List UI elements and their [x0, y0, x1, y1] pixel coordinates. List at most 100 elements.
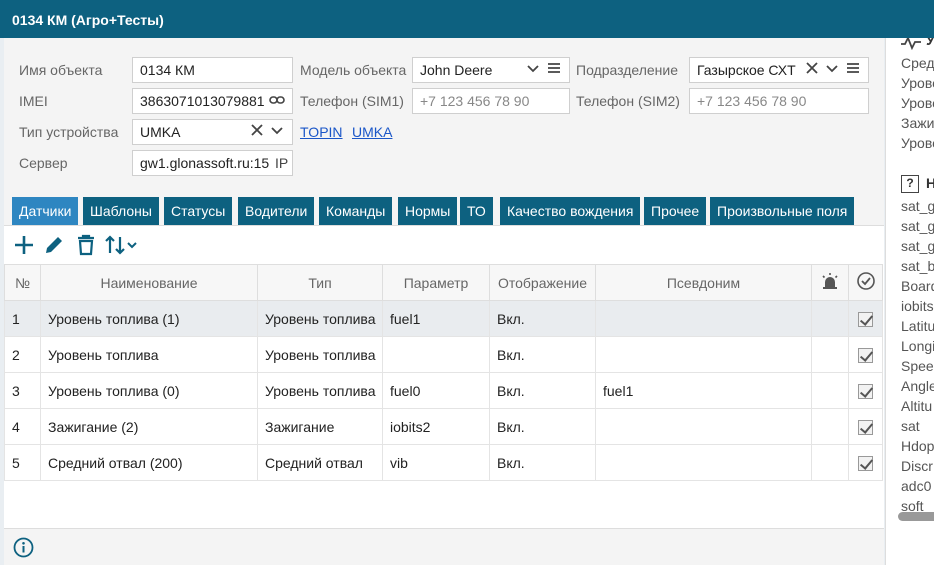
list-menu-icon[interactable] [547, 61, 561, 79]
enabled-checkbox[interactable] [858, 383, 873, 399]
cell-display: Вкл. [489, 372, 596, 409]
cell-type: Уровень топлива [257, 336, 383, 373]
col-alarm[interactable] [811, 264, 849, 301]
cell-number: 5 [4, 444, 41, 481]
trash-icon[interactable] [74, 233, 100, 259]
side-info-panel: У Сред Урове Урове Зажи Урове ? Н sat_g … [885, 38, 934, 565]
cell-alarm [811, 408, 849, 445]
cell-type: Средний отвал [257, 444, 383, 481]
cell-display: Вкл. [489, 408, 596, 445]
table-row[interactable]: 2 Уровень топлива Уровень топлива Вкл. [4, 336, 883, 373]
name-label: Имя объекта [19, 62, 103, 78]
cell-number: 4 [4, 408, 41, 445]
col-display[interactable]: Отображение [489, 264, 596, 301]
check-circle-icon [856, 272, 876, 294]
col-name[interactable]: Наименование [40, 264, 258, 301]
section1-heading: У [926, 38, 934, 48]
chevron-down-icon[interactable] [526, 61, 540, 79]
side-item: Урове [901, 135, 934, 151]
import-export-icon[interactable] [104, 233, 144, 259]
tab-driving-quality[interactable]: Качество вождения [500, 197, 641, 225]
cell-parameter: fuel0 [382, 372, 490, 409]
cell-name: Средний отвал (200) [40, 444, 258, 481]
cell-enabled [848, 300, 883, 337]
cell-parameter: iobits2 [382, 408, 490, 445]
tab-norms[interactable]: Нормы [398, 197, 458, 225]
side-item: Board [901, 278, 934, 294]
server-input[interactable]: gw1.glonassoft.ru:15 IP [132, 150, 293, 176]
device-link-topin[interactable]: TOPIN [300, 124, 343, 140]
cell-type: Зажигание [257, 408, 383, 445]
cell-alarm [811, 300, 849, 337]
enabled-checkbox[interactable] [858, 419, 873, 435]
name-input[interactable]: 0134 КМ [132, 57, 293, 83]
phone2-label: Телефон (SIM2) [576, 93, 680, 109]
server-label: Сервер [19, 155, 68, 171]
cell-enabled [848, 444, 883, 481]
enabled-checkbox[interactable] [858, 347, 873, 363]
pulse-icon [900, 38, 922, 53]
side-item: Latitu [901, 318, 934, 334]
cell-name: Уровень топлива (0) [40, 372, 258, 409]
tab-drivers[interactable]: Водители [238, 197, 315, 225]
tab-maintenance[interactable]: ТО [460, 197, 493, 225]
cell-alias [595, 300, 812, 337]
model-select[interactable]: John Deere [412, 57, 570, 83]
imei-input[interactable]: 3863071013079881 [132, 88, 293, 114]
sensor-toolbar [4, 228, 884, 264]
cell-display: Вкл. [489, 444, 596, 481]
cell-alias [595, 408, 812, 445]
side-item: Speed [901, 358, 934, 374]
cell-parameter [382, 336, 490, 373]
table-row[interactable]: 3 Уровень топлива (0) Уровень топлива fu… [4, 372, 883, 409]
device-type-value: UMKA [140, 124, 181, 140]
col-alias[interactable]: Псевдоним [595, 264, 812, 301]
col-type[interactable]: Тип [257, 264, 383, 301]
tab-templates[interactable]: Шаблоны [83, 197, 159, 225]
tab-other[interactable]: Прочее [644, 197, 707, 225]
tab-statuses[interactable]: Статусы [164, 197, 233, 225]
tab-commands[interactable]: Команды [319, 197, 393, 225]
tab-custom-fields[interactable]: Произвольные поля [710, 197, 855, 225]
col-number[interactable]: № [4, 264, 41, 301]
sensors-table: № Наименование Тип Параметр Отображение … [4, 264, 883, 481]
side-item: Зажи [901, 115, 934, 131]
cell-parameter: vib [382, 444, 490, 481]
table-row[interactable]: 1 Уровень топлива (1) Уровень топлива fu… [4, 300, 883, 337]
cell-alias: fuel1 [595, 372, 812, 409]
link-icon[interactable] [269, 93, 285, 111]
model-label: Модель объекта [300, 62, 407, 78]
side-item: adc0 [901, 478, 932, 494]
enabled-checkbox[interactable] [858, 311, 873, 327]
list-menu-icon[interactable] [846, 61, 860, 79]
phone1-label: Телефон (SIM1) [300, 93, 404, 109]
cell-name: Уровень топлива [40, 336, 258, 373]
clear-icon[interactable] [250, 123, 264, 141]
side-item: Angle [901, 378, 934, 394]
edit-icon[interactable] [42, 233, 68, 259]
tab-sensors[interactable]: Датчики [12, 197, 79, 225]
chevron-down-icon[interactable] [825, 61, 839, 79]
col-enabled[interactable] [848, 264, 883, 301]
add-icon[interactable] [12, 233, 38, 259]
enabled-checkbox[interactable] [858, 455, 873, 471]
side-item: Сред [901, 55, 934, 71]
division-select[interactable]: Газырское СХТ [689, 57, 869, 83]
device-link-umka[interactable]: UMKA [352, 124, 392, 140]
col-parameter[interactable]: Параметр [382, 264, 490, 301]
server-ip-toggle[interactable]: IP [273, 155, 289, 171]
chevron-down-icon[interactable] [270, 123, 284, 141]
section2-heading: Н [926, 175, 934, 191]
table-row[interactable]: 4 Зажигание (2) Зажигание iobits2 Вкл. [4, 408, 883, 445]
horizontal-scrollbar[interactable] [898, 512, 934, 521]
help-icon[interactable]: ? [901, 175, 919, 193]
phone2-input[interactable]: +7 123 456 78 90 [689, 88, 869, 114]
cell-number: 2 [4, 336, 41, 373]
cell-type: Уровень топлива [257, 300, 383, 337]
phone1-input[interactable]: +7 123 456 78 90 [412, 88, 570, 114]
clear-icon[interactable] [805, 61, 819, 79]
cell-enabled [848, 372, 883, 409]
info-icon[interactable] [13, 537, 34, 561]
table-row[interactable]: 5 Средний отвал (200) Средний отвал vib … [4, 444, 883, 481]
device-type-select[interactable]: UMKA [132, 119, 293, 145]
